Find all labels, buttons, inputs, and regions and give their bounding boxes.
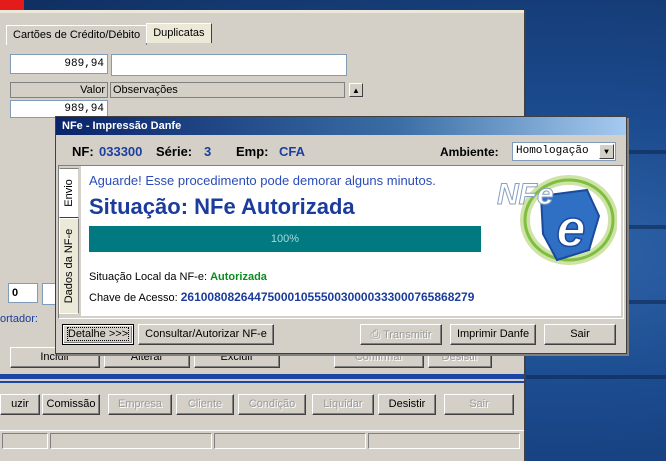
nfe-danfe-dialog: NFe - Impressão Danfe NF: 033300 Série: … bbox=[55, 116, 627, 354]
dialog-panel: Envio Dados da NF-e Aguarde! Esse proced… bbox=[58, 165, 624, 319]
status-cell bbox=[214, 433, 366, 449]
nf-value: 033300 bbox=[99, 144, 143, 159]
situacao-heading: Situação: NFe Autorizada bbox=[89, 194, 355, 219]
emp-value: CFA bbox=[279, 144, 305, 159]
detalhe-label: Detalhe >>> bbox=[66, 327, 130, 341]
chevron-down-icon[interactable]: ▼ bbox=[599, 144, 614, 159]
transmitir-button[interactable]: ⎙ Transmitir bbox=[360, 324, 442, 345]
ambiente-select[interactable]: Homologação ▼ bbox=[512, 142, 616, 161]
emp-label: Emp: bbox=[236, 144, 269, 159]
ambiente-value: Homologação bbox=[516, 145, 589, 157]
chave-acesso-label: Chave de Acesso: bbox=[89, 292, 178, 304]
situacao-local-line: Situação Local da NF-e: Autorizada bbox=[89, 271, 267, 283]
left-input-2[interactable] bbox=[42, 283, 56, 305]
chave-acesso-line: Chave de Acesso: 26100808264475000105550… bbox=[89, 290, 474, 304]
left-input[interactable]: 0 bbox=[8, 283, 38, 303]
nf-info-bar: NF: 033300 Série: 3 Emp: CFA Ambiente: H… bbox=[58, 137, 622, 163]
wait-message: Aguarde! Esse procedimento pode demorar … bbox=[89, 173, 436, 188]
nf-label: NF: bbox=[72, 144, 94, 159]
status-cell bbox=[2, 433, 48, 449]
desistir-button[interactable]: Desistir bbox=[378, 394, 436, 415]
vertical-tabs: Envio Dados da NF-e bbox=[59, 166, 79, 318]
dialog-button-bar: Detalhe >>> Consultar/Autorizar NF-e ⎙ Tr… bbox=[58, 320, 622, 350]
grid-scroll-up-button[interactable]: ▲ bbox=[349, 83, 363, 97]
envio-content: Aguarde! Esse procedimento pode demorar … bbox=[81, 166, 621, 316]
tab-cartoes[interactable]: Cartões de Crédito/Débito bbox=[6, 25, 148, 45]
chave-acesso-value: 2610080826447500010555003000033300076586… bbox=[180, 290, 475, 304]
imprimir-danfe-button[interactable]: Imprimir Danfe bbox=[450, 324, 536, 345]
amount-notes-field[interactable] bbox=[111, 54, 347, 76]
situacao-local-label: Situação Local da NF-e: bbox=[89, 271, 208, 283]
dialog-title[interactable]: NFe - Impressão Danfe bbox=[56, 117, 626, 135]
detalhe-button[interactable]: Detalhe >>> bbox=[62, 324, 134, 345]
grid-header-valor: Valor bbox=[10, 82, 108, 98]
status-cell bbox=[368, 433, 520, 449]
consultar-autorizar-button[interactable]: Consultar/Autorizar NF-e bbox=[138, 324, 274, 345]
svg-text:e: e bbox=[557, 200, 586, 258]
nfe-logo-text: NFe bbox=[497, 178, 554, 211]
ambiente-label: Ambiente: bbox=[440, 145, 499, 159]
liquidar-button[interactable]: Liquidar bbox=[312, 394, 374, 415]
sair-bg-button[interactable]: Sair bbox=[444, 394, 514, 415]
transmitir-label: Transmitir bbox=[383, 329, 432, 341]
sair-label: Sair bbox=[570, 328, 590, 340]
status-cell bbox=[50, 433, 212, 449]
tab-envio-label: Envio bbox=[63, 179, 75, 207]
status-bar bbox=[0, 430, 524, 449]
tab-dados-nfe-label: Dados da NF-e bbox=[63, 228, 75, 304]
grid-header-observacoes: Observações bbox=[110, 82, 345, 98]
tab-duplicatas[interactable]: Duplicatas bbox=[146, 23, 212, 43]
sair-button[interactable]: Sair bbox=[544, 324, 616, 345]
separator-bar-thin bbox=[0, 381, 524, 383]
red-corner-decoration bbox=[0, 0, 24, 10]
condicao-button[interactable]: Condição bbox=[238, 394, 306, 415]
separator-bar bbox=[0, 374, 524, 379]
progress-label: 100% bbox=[270, 233, 300, 245]
serie-value: 3 bbox=[204, 144, 212, 159]
nfe-logo-icon: e NFe bbox=[497, 175, 617, 265]
serie-label: Série: bbox=[156, 144, 193, 159]
exportador-label: ortador: bbox=[0, 313, 38, 325]
reduzir-button[interactable]: uzir bbox=[0, 394, 40, 415]
imprimir-label: Imprimir Danfe bbox=[456, 328, 530, 340]
situacao-local-value: Autorizada bbox=[210, 271, 267, 283]
comissao-button[interactable]: Comissão bbox=[42, 394, 100, 415]
cliente-button[interactable]: Cliente bbox=[176, 394, 234, 415]
progress-bar: 100% bbox=[89, 226, 481, 252]
payment-tabs: Cartões de Crédito/Débito Duplicatas bbox=[6, 23, 212, 45]
tab-envio[interactable]: Envio bbox=[59, 168, 79, 218]
tab-dados-nfe[interactable]: Dados da NF-e bbox=[59, 218, 79, 314]
printer-icon: ⎙ bbox=[370, 327, 381, 341]
amount-field[interactable]: 989,94 bbox=[10, 54, 108, 74]
empresa-button[interactable]: Empresa bbox=[108, 394, 172, 415]
